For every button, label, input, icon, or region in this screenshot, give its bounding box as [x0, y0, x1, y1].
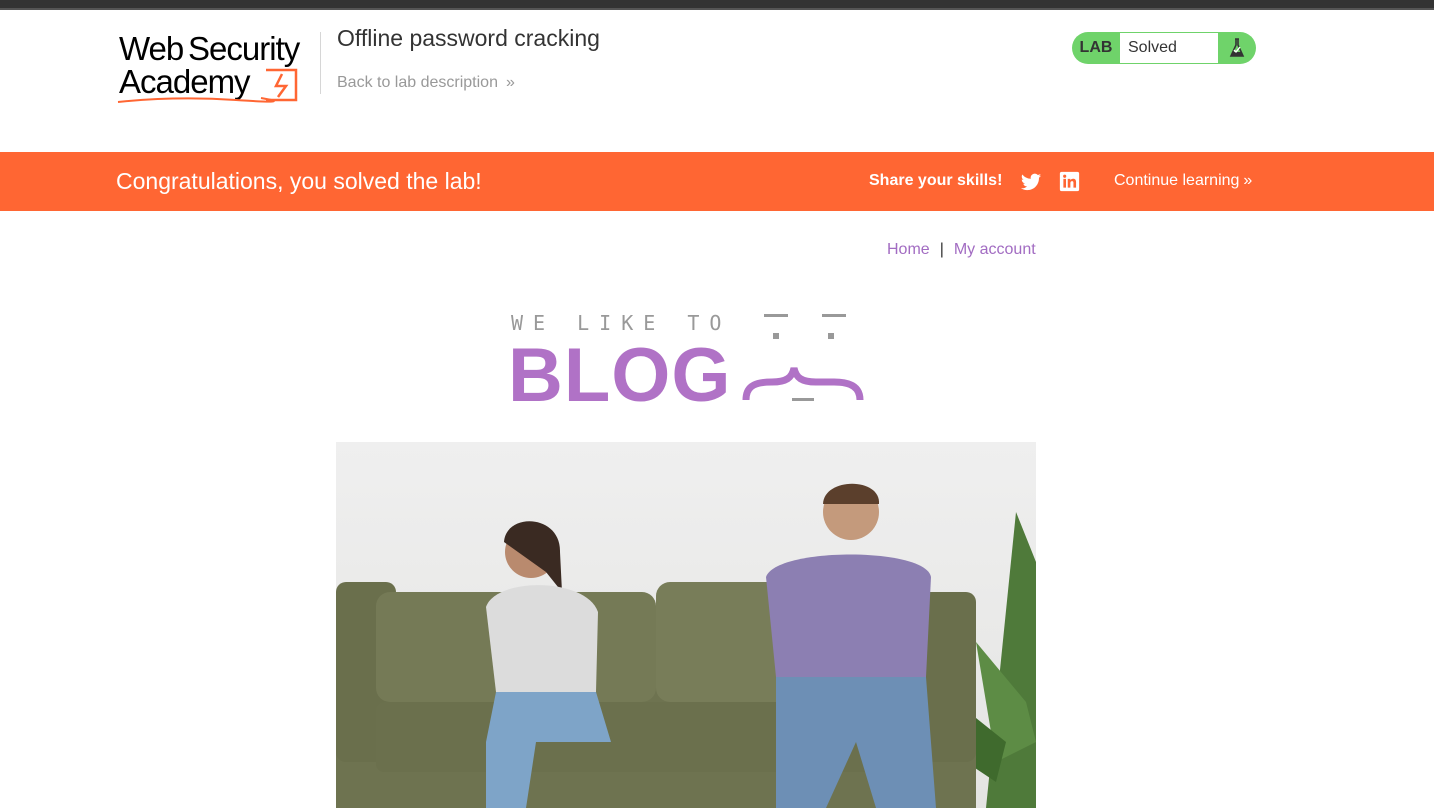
web-security-academy-logo[interactable]: Web Security Academy [116, 30, 322, 112]
lab-label: LAB [1079, 39, 1113, 56]
nav-home-link[interactable]: Home [887, 241, 930, 259]
browser-top-strip [0, 0, 1434, 10]
blog-logo: WE LIKE TO BLOG [508, 308, 868, 418]
nav-separator: | [939, 241, 944, 258]
blog-post-hero-image[interactable] [336, 442, 1036, 808]
svg-text:Security: Security [188, 30, 301, 67]
lab-status-badge: LAB Solved [1072, 32, 1256, 64]
blog-face-icon [742, 314, 864, 401]
chevron-double-right-icon: » [1243, 172, 1252, 189]
back-to-lab-description-link[interactable]: Back to lab description » [337, 74, 515, 92]
svg-text:Web: Web [119, 30, 183, 67]
continue-learning-label: Continue learning [1114, 172, 1240, 189]
twitter-icon[interactable] [1020, 171, 1042, 193]
blog-logo-title: BLOG [508, 333, 732, 418]
flask-icon [1218, 32, 1256, 64]
lab-status-text: Solved [1120, 33, 1218, 63]
nav-my-account-link[interactable]: My account [954, 241, 1036, 259]
continue-learning-link[interactable]: Continue learning» [1114, 172, 1252, 190]
logo-divider [320, 32, 321, 94]
blog-nav: Home | My account [887, 241, 1036, 259]
chevron-double-right-icon: » [505, 74, 515, 91]
congratulations-message: Congratulations, you solved the lab! [116, 168, 482, 194]
solved-banner: Congratulations, you solved the lab! Sha… [0, 152, 1434, 211]
linkedin-icon[interactable] [1059, 171, 1080, 192]
share-skills-label: Share your skills! [869, 172, 1003, 189]
back-link-label: Back to lab description [337, 74, 498, 91]
svg-text:Academy: Academy [119, 63, 251, 100]
lab-title: Offline password cracking [337, 25, 600, 51]
lab-header: Web Security Academy Offline password cr… [0, 10, 1434, 152]
